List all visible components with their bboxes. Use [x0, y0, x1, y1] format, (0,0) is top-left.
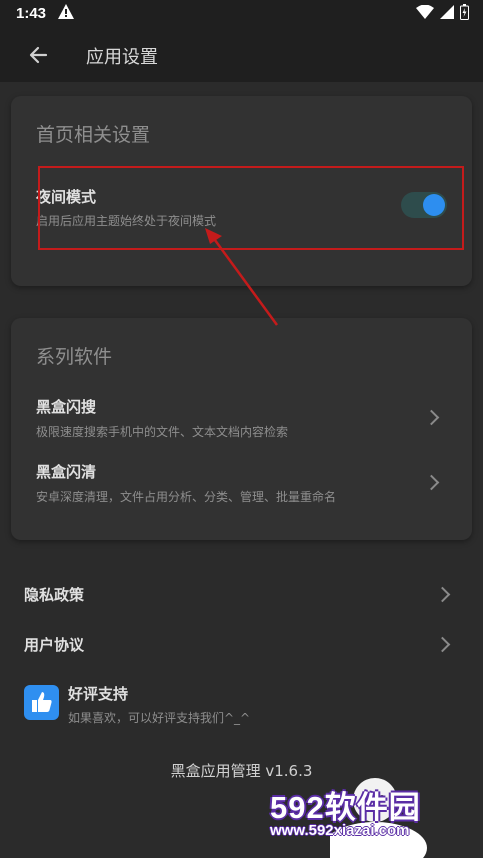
watermark-brand: 592软件园 — [270, 790, 421, 825]
watermark-url: www.592xiazai.com — [270, 822, 410, 839]
annotation-arrow — [205, 228, 279, 326]
